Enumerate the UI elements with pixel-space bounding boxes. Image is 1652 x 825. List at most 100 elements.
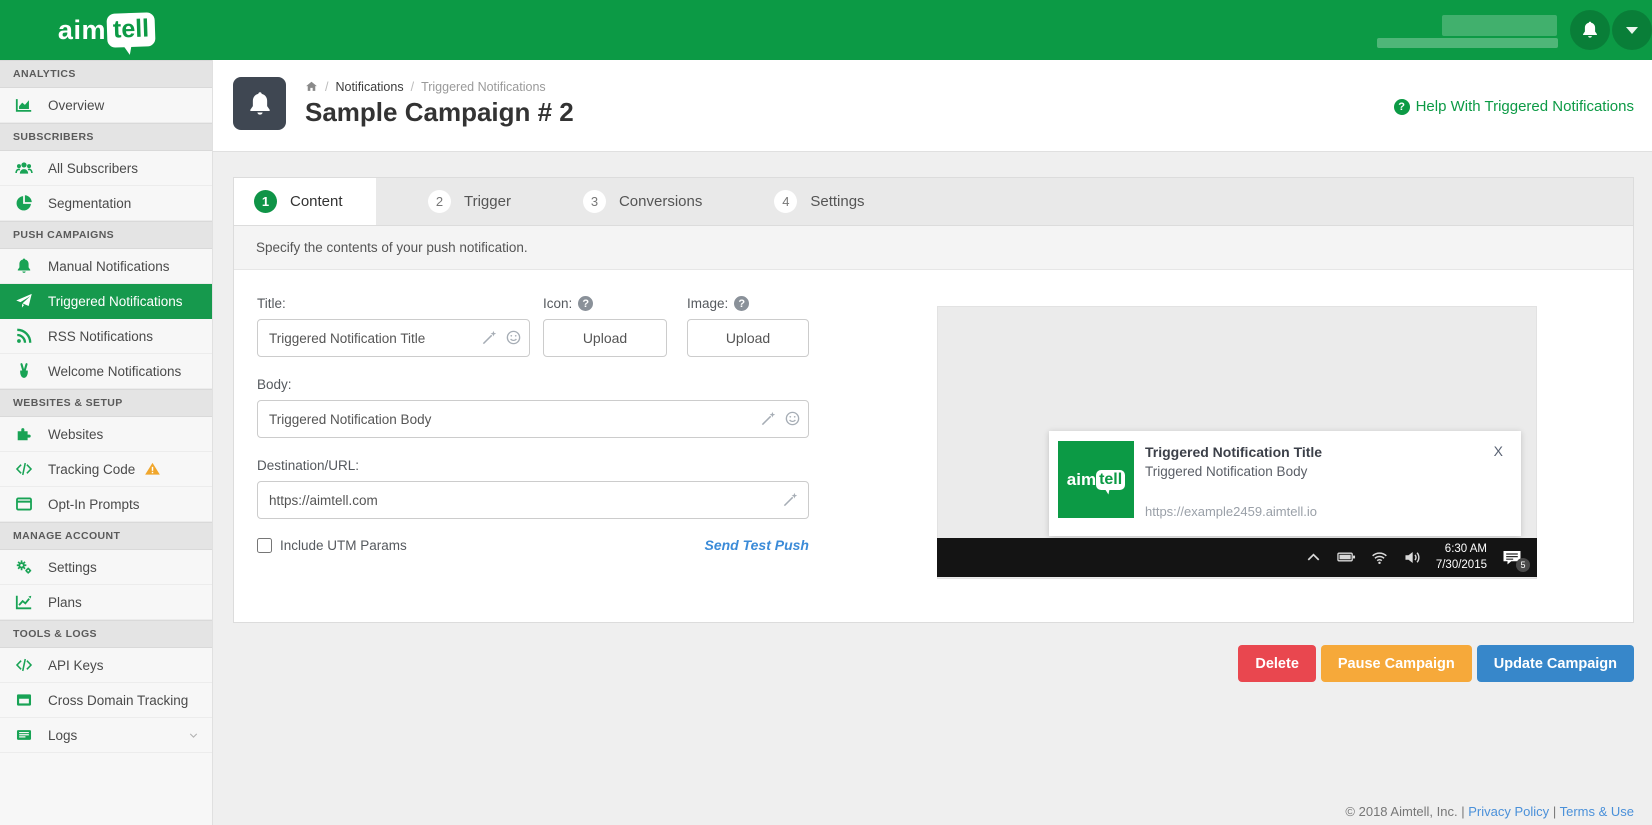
breadcrumb: / Notifications / Triggered Notification…: [305, 80, 574, 94]
sidebar-item-triggered-notifications[interactable]: Triggered Notifications: [0, 284, 212, 319]
section-label: PUSH CAMPAIGNS: [13, 229, 114, 241]
sidebar-item-cross-domain-tracking[interactable]: Cross Domain Tracking: [0, 683, 212, 718]
section-label: TOOLS & LOGS: [13, 628, 97, 640]
title-label: Title:: [257, 296, 530, 311]
delete-button[interactable]: Delete: [1238, 645, 1316, 682]
sidebar-section-analytics: ANALYTICS: [0, 60, 212, 88]
tab-settings[interactable]: 4 Settings: [754, 178, 884, 225]
item-label: All Subscribers: [48, 161, 138, 176]
terms-link[interactable]: Terms & Use: [1560, 804, 1634, 819]
tab-conversions[interactable]: 3 Conversions: [563, 178, 722, 225]
question-circle-icon[interactable]: [734, 296, 749, 311]
sidebar-item-websites[interactable]: Websites: [0, 417, 212, 452]
sidebar-item-segmentation[interactable]: Segmentation: [0, 186, 212, 221]
page-title: Sample Campaign # 2: [305, 97, 574, 128]
emoji-icon[interactable]: [505, 329, 522, 346]
logs-icon: [14, 726, 34, 744]
browser-window-icon: [14, 495, 34, 513]
aimtell-logo[interactable]: aimtell: [0, 0, 213, 60]
sidebar-item-opt-in-prompts[interactable]: Opt-In Prompts: [0, 487, 212, 522]
notification-close-button: X: [1494, 443, 1503, 459]
tab-trigger[interactable]: 2 Trigger: [408, 178, 531, 225]
tab-label: Conversions: [619, 193, 702, 210]
breadcrumb-notifications[interactable]: Notifications: [335, 80, 403, 94]
icon-upload-button[interactable]: Upload: [543, 319, 667, 357]
tab-description: Specify the contents of your push notifi…: [234, 226, 1633, 270]
account-menu-button[interactable]: [1612, 10, 1652, 50]
page-body: 1 Content 2 Trigger 3 Conversions 4 Sett…: [213, 152, 1652, 825]
notifications-bell-button[interactable]: [1570, 10, 1610, 50]
users-icon: [14, 159, 34, 177]
item-label: Triggered Notifications: [48, 294, 183, 309]
wand-icon[interactable]: [481, 329, 498, 346]
pause-campaign-button[interactable]: Pause Campaign: [1321, 645, 1472, 682]
notification-count-badge: 5: [1516, 558, 1530, 572]
wizard-tabs: 1 Content 2 Trigger 3 Conversions 4 Sett…: [234, 178, 1633, 226]
code-icon: [14, 656, 34, 674]
breadcrumb-triggered-notifications[interactable]: Triggered Notifications: [421, 80, 546, 94]
notification-preview-panel: aimtell Triggered Notification Title Tri…: [937, 306, 1537, 579]
notification-preview-url: https://example2459.aimtell.io: [1145, 504, 1317, 519]
rss-icon: [14, 327, 34, 345]
sidebar-item-all-subscribers[interactable]: All Subscribers: [0, 151, 212, 186]
notification-preview-card: aimtell Triggered Notification Title Tri…: [1049, 431, 1521, 536]
bell-icon: [14, 257, 34, 275]
wand-icon[interactable]: [782, 491, 799, 508]
browser-window-icon: [14, 691, 34, 709]
tab-number-badge: 1: [254, 190, 277, 213]
campaign-type-bell-tile: [233, 77, 286, 130]
item-label: API Keys: [48, 658, 104, 673]
sidebar-item-logs[interactable]: Logs: [0, 718, 212, 753]
page-header: / Notifications / Triggered Notification…: [213, 60, 1652, 152]
destination-label: Destination/URL:: [257, 458, 809, 473]
home-icon[interactable]: [305, 80, 318, 93]
code-icon: [14, 460, 34, 478]
windows-taskbar-preview: 6:30 AM 7/30/2015 5: [937, 538, 1537, 577]
emoji-icon[interactable]: [784, 410, 801, 427]
tab-label: Trigger: [464, 193, 511, 210]
privacy-policy-link[interactable]: Privacy Policy: [1468, 804, 1549, 819]
update-campaign-button[interactable]: Update Campaign: [1477, 645, 1634, 682]
utm-params-checkbox[interactable]: [257, 538, 272, 553]
wand-icon[interactable]: [760, 410, 777, 427]
utm-params-option[interactable]: Include UTM Params: [257, 538, 407, 553]
sidebar-section-websites-setup: WEBSITES & SETUP: [0, 389, 212, 417]
sidebar-section-manage-account: MANAGE ACCOUNT: [0, 522, 212, 550]
item-label: Manual Notifications: [48, 259, 170, 274]
item-label: Websites: [48, 427, 103, 442]
area-chart-icon: [14, 96, 34, 114]
sidebar-item-rss-notifications[interactable]: RSS Notifications: [0, 319, 212, 354]
item-label: RSS Notifications: [48, 329, 153, 344]
wifi-icon: [1370, 548, 1389, 567]
destination-url-input[interactable]: [257, 481, 809, 519]
tab-number-badge: 4: [774, 190, 797, 213]
chevron-down-icon: [187, 729, 200, 742]
image-upload-button[interactable]: Upload: [687, 319, 809, 357]
sidebar-item-settings[interactable]: Settings: [0, 550, 212, 585]
send-test-push-link[interactable]: Send Test Push: [704, 537, 809, 553]
utm-params-label: Include UTM Params: [280, 538, 407, 553]
action-center-icon: 5: [1501, 548, 1523, 568]
notification-preview-title: Triggered Notification Title: [1145, 444, 1322, 460]
sidebar-item-overview[interactable]: Overview: [0, 88, 212, 123]
sidebar-item-tracking-code[interactable]: Tracking Code: [0, 452, 212, 487]
sidebar-item-manual-notifications[interactable]: Manual Notifications: [0, 249, 212, 284]
sidebar-item-plans[interactable]: Plans: [0, 585, 212, 620]
sidebar-section-tools-logs: TOOLS & LOGS: [0, 620, 212, 648]
help-link[interactable]: Help With Triggered Notifications: [1394, 98, 1634, 115]
question-circle-icon[interactable]: [578, 296, 593, 311]
speaker-icon: [1403, 548, 1422, 567]
section-label: SUBSCRIBERS: [13, 131, 94, 143]
chart-line-icon: [14, 593, 34, 611]
taskbar-time: 6:30 AM: [1436, 542, 1487, 558]
breadcrumb-separator: /: [411, 80, 414, 94]
battery-icon: [1337, 548, 1356, 567]
item-label: Segmentation: [48, 196, 131, 211]
tab-content[interactable]: 1 Content: [234, 178, 376, 225]
sidebar-section-subscribers: SUBSCRIBERS: [0, 123, 212, 151]
sidebar-item-api-keys[interactable]: API Keys: [0, 648, 212, 683]
body-input[interactable]: [257, 400, 809, 438]
copyright-text: © 2018 Aimtell, Inc.: [1345, 804, 1457, 819]
account-url-redacted: [1377, 38, 1558, 48]
sidebar-item-welcome-notifications[interactable]: Welcome Notifications: [0, 354, 212, 389]
